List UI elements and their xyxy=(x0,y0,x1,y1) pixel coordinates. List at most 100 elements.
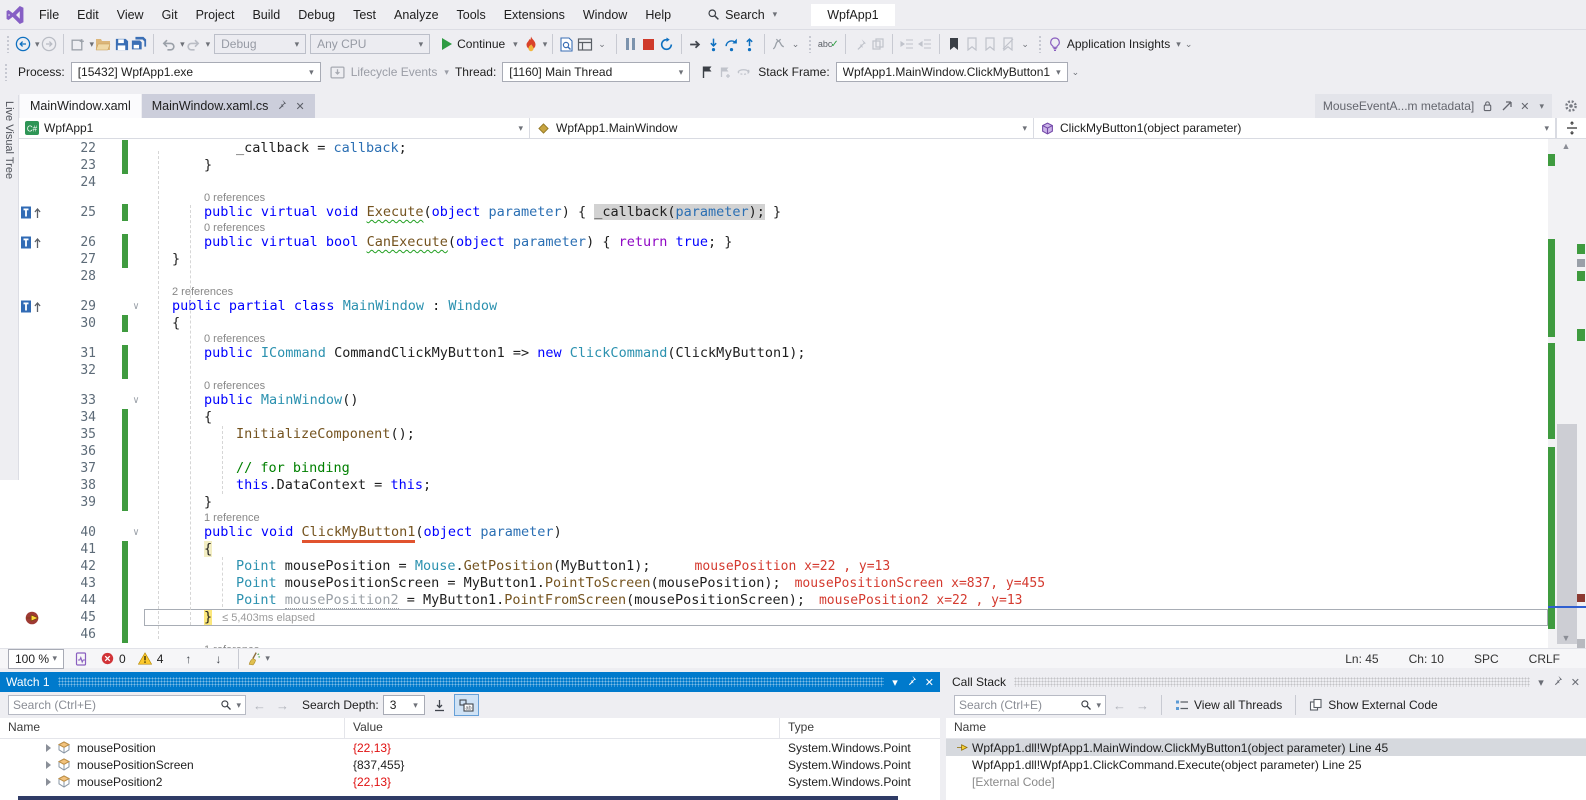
menu-item-view[interactable]: View xyxy=(108,8,153,22)
keep-open-icon[interactable] xyxy=(1500,97,1513,115)
code-text[interactable] xyxy=(144,362,1548,379)
perf-tip[interactable]: ≤ 5,403ms elapsed xyxy=(222,612,315,624)
code-text[interactable]: Point mousePosition = Mouse.GetPosition(… xyxy=(144,558,1548,575)
column-header-name[interactable]: Name xyxy=(0,718,345,738)
breakpoint-margin[interactable] xyxy=(18,443,46,460)
pin-icon[interactable] xyxy=(276,99,287,113)
search-icon[interactable] xyxy=(219,696,233,714)
breakpoint-margin[interactable] xyxy=(18,511,46,524)
type-dropdown[interactable]: WpfApp1.MainWindow ▾ xyxy=(530,118,1034,138)
document-health-icon[interactable] xyxy=(72,650,90,668)
watch-value[interactable]: {22,13} xyxy=(345,741,780,755)
menu-item-file[interactable]: File xyxy=(30,8,68,22)
member-dropdown[interactable]: ClickMyButton1(object parameter) ▾ xyxy=(1034,118,1556,138)
editor-scrollbar[interactable]: ▲ ▼ xyxy=(1548,139,1586,648)
text-visualizer-toggle-icon[interactable]: ab xyxy=(454,694,479,716)
menu-item-window[interactable]: Window xyxy=(574,8,636,22)
column-header-type[interactable]: Type xyxy=(780,718,940,738)
code-map-icon[interactable] xyxy=(770,35,788,53)
expander-icon[interactable] xyxy=(46,778,51,786)
indent-icon[interactable] xyxy=(898,35,916,53)
breakpoint-margin[interactable] xyxy=(18,541,46,558)
menu-item-edit[interactable]: Edit xyxy=(68,8,108,22)
code-cleanup-icon[interactable] xyxy=(244,650,262,668)
chevron-down-icon[interactable]: ▾ xyxy=(265,653,270,664)
column-header-value[interactable]: Value xyxy=(345,718,780,738)
codelens-references[interactable]: 1 reference xyxy=(204,512,260,524)
expander-icon[interactable] xyxy=(46,744,51,752)
code-text[interactable]: public ICommand CommandClickMyButton1 =>… xyxy=(144,345,1548,362)
chevron-down-icon[interactable]: ▾ xyxy=(1539,101,1544,112)
save-icon[interactable] xyxy=(112,35,130,53)
code-text[interactable]: 0 references xyxy=(144,332,1548,345)
breakpoint-margin[interactable] xyxy=(18,174,46,191)
debugger-inline-value[interactable]: mousePositionScreen x=837, y=455 xyxy=(795,576,1045,591)
chevron-down-icon[interactable]: ▾ xyxy=(444,67,449,78)
collapse-chevron-icon[interactable]: ∨ xyxy=(128,392,144,409)
toolbar-grip[interactable] xyxy=(6,35,10,53)
tab-mainwindow-xaml[interactable]: MainWindow.xaml xyxy=(20,94,141,118)
code-text[interactable]: public virtual bool CanExecute(object pa… xyxy=(144,234,1548,251)
watch-row-mousePosition[interactable]: mousePosition{22,13}System.Windows.Point xyxy=(0,739,940,756)
step-over-icon[interactable] xyxy=(723,35,741,53)
code-text[interactable]: 0 references xyxy=(144,221,1548,234)
codelens-references[interactable]: 0 references xyxy=(204,222,265,234)
save-all-icon[interactable] xyxy=(130,35,148,53)
code-text[interactable] xyxy=(144,174,1548,191)
breakpoint-margin[interactable] xyxy=(18,362,46,379)
breakpoint-margin[interactable] xyxy=(18,191,46,204)
open-file-icon[interactable] xyxy=(94,35,112,53)
thread-combo[interactable]: [1160] Main Thread▾ xyxy=(502,62,690,82)
navigate-forward-icon[interactable] xyxy=(40,35,58,53)
stack-frame-marker-icon[interactable] xyxy=(18,204,46,221)
close-icon[interactable]: ✕ xyxy=(295,100,304,113)
lifecycle-events-button[interactable]: Lifecycle Events xyxy=(351,65,438,79)
expander-icon[interactable] xyxy=(46,761,51,769)
prev-bookmark-icon[interactable] xyxy=(963,35,981,53)
breakpoint-margin[interactable] xyxy=(18,285,46,298)
menu-item-tools[interactable]: Tools xyxy=(448,8,495,22)
toolbar-overflow[interactable]: ⌄ xyxy=(1021,39,1030,50)
solution-configuration-combo[interactable]: Debug▾ xyxy=(214,34,306,54)
pin-to-source-icon[interactable] xyxy=(851,35,869,53)
breakpoint-margin[interactable] xyxy=(18,626,46,643)
chevron-down-icon[interactable]: ▾ xyxy=(1096,700,1101,711)
continue-button[interactable]: Continue ▾ xyxy=(438,37,522,51)
close-icon[interactable]: ✕ xyxy=(1571,676,1580,689)
menu-item-project[interactable]: Project xyxy=(187,8,244,22)
code-text[interactable]: public void ClickMyButton1(object parame… xyxy=(144,524,1548,541)
window-position-icon[interactable]: ▾ xyxy=(1538,676,1544,689)
find-in-files-icon[interactable] xyxy=(558,35,576,53)
next-bookmark-icon[interactable] xyxy=(981,35,999,53)
code-text[interactable] xyxy=(144,443,1548,460)
watch-name-cell[interactable]: mousePosition xyxy=(0,739,345,757)
menu-item-test[interactable]: Test xyxy=(344,8,385,22)
chevron-down-icon[interactable]: ▾ xyxy=(206,39,211,50)
code-text[interactable]: public partial class MainWindow : Window xyxy=(144,298,1548,315)
breakpoint-margin[interactable] xyxy=(18,140,46,157)
menu-item-analyze[interactable]: Analyze xyxy=(385,8,447,22)
breakpoint-margin[interactable] xyxy=(18,345,46,362)
step-out-icon[interactable] xyxy=(741,35,759,53)
code-text[interactable]: _callback = callback; xyxy=(144,140,1548,157)
error-count[interactable]: 0 xyxy=(119,652,126,666)
current-statement-icon[interactable] xyxy=(18,609,46,626)
call-stack-frame-2[interactable]: [External Code] xyxy=(946,773,1586,790)
chevron-down-icon[interactable]: ▾ xyxy=(236,700,241,711)
navigate-back-icon[interactable] xyxy=(14,35,32,53)
code-text[interactable]: this.DataContext = this; xyxy=(144,477,1548,494)
menu-item-extensions[interactable]: Extensions xyxy=(495,8,574,22)
watch-search-input[interactable]: Search (Ctrl+E) ▾ xyxy=(8,695,246,715)
hot-reload-icon[interactable] xyxy=(522,35,540,53)
code-text[interactable]: { xyxy=(144,409,1548,426)
collapse-chevron-icon[interactable]: ∨ xyxy=(128,524,144,541)
breakpoint-margin[interactable] xyxy=(18,315,46,332)
solution-platform-combo[interactable]: Any CPU▾ xyxy=(310,34,430,54)
line-indicator[interactable]: Ln: 45 xyxy=(1345,652,1378,666)
watch-value[interactable]: {837,455} xyxy=(345,758,780,772)
break-all-icon[interactable] xyxy=(622,35,640,53)
call-stack-title-bar[interactable]: Call Stack ▾ ✕ xyxy=(946,672,1586,692)
scrollbar-down-icon[interactable]: ▼ xyxy=(1556,633,1576,643)
menu-item-git[interactable]: Git xyxy=(153,8,187,22)
code-text[interactable]: }≤ 5,403ms elapsed xyxy=(144,609,1548,626)
